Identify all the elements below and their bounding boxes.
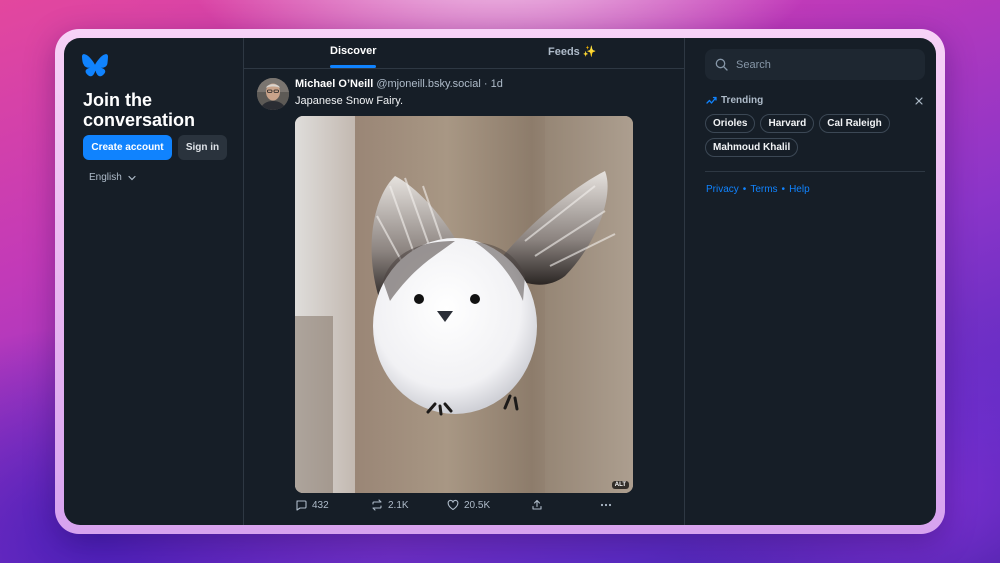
like-button[interactable]: 20.5K (447, 499, 490, 511)
more-dots-icon (600, 503, 612, 507)
main-feed: Discover Feeds ✨ Michael O’Neill @mjonei… (244, 38, 685, 525)
comment-icon (296, 500, 307, 511)
trending-topic-harvard[interactable]: Harvard (760, 114, 815, 133)
right-sidebar: Trending Orioles Harvard Cal Raleigh Mah… (685, 38, 936, 525)
app-window: Join the conversation Create account Sig… (64, 38, 936, 525)
reply-button[interactable]: 432 (295, 499, 329, 511)
heart-icon (447, 499, 459, 511)
trending-icon (706, 96, 717, 104)
post-author[interactable]: Michael O’Neill (295, 78, 373, 90)
repost-button[interactable]: 2.1K (371, 499, 409, 511)
language-label: English (89, 172, 122, 183)
tab-discover[interactable]: Discover (330, 45, 376, 57)
post-header: Michael O’Neill @mjoneill.bsky.social · … (295, 78, 503, 90)
trending-topic-orioles[interactable]: Orioles (705, 114, 756, 133)
terms-link[interactable]: Terms (750, 184, 777, 195)
search-input[interactable] (736, 58, 906, 71)
like-count: 20.5K (464, 499, 491, 511)
butterfly-logo-icon[interactable] (82, 54, 108, 78)
more-options-button[interactable] (600, 499, 612, 511)
reply-count: 432 (312, 499, 329, 511)
trending-title: Trending (721, 95, 764, 106)
active-tab-indicator (330, 65, 376, 68)
footer-links: Privacy • Terms • Help (706, 184, 810, 195)
trending-topics: Orioles Harvard Cal Raleigh Mahmoud Khal… (705, 114, 905, 157)
search-box[interactable] (705, 49, 925, 80)
link-separator: • (742, 184, 747, 195)
post-handle[interactable]: @mjoneill.bsky.social (376, 78, 481, 90)
search-icon (715, 58, 728, 71)
share-icon (532, 499, 542, 510)
close-icon[interactable] (913, 95, 925, 107)
share-button[interactable] (531, 499, 543, 511)
avatar-photo-icon (257, 78, 289, 110)
divider (705, 171, 925, 172)
device-frame: Join the conversation Create account Sig… (55, 29, 945, 534)
help-link[interactable]: Help (789, 184, 810, 195)
tab-feeds[interactable]: Feeds ✨ (548, 45, 597, 58)
sign-in-button[interactable]: Sign in (178, 135, 227, 160)
privacy-link[interactable]: Privacy (706, 184, 739, 195)
left-sidebar: Join the conversation Create account Sig… (64, 38, 244, 525)
create-account-button[interactable]: Create account (83, 135, 172, 160)
chevron-down-icon (128, 175, 136, 180)
trending-header: Trending (706, 95, 763, 106)
repost-icon (372, 499, 382, 511)
post-time: · 1d (483, 78, 503, 90)
post-image[interactable]: ALT (295, 116, 633, 493)
trending-topic-mahmoud-khalil[interactable]: Mahmoud Khalil (705, 138, 799, 157)
post-text: Japanese Snow Fairy. (295, 95, 404, 107)
snow-bird-image-icon (295, 116, 633, 493)
avatar[interactable] (257, 78, 289, 110)
feed-tabs: Discover Feeds ✨ (244, 38, 684, 69)
language-selector[interactable]: English (89, 172, 136, 183)
trending-topic-cal-raleigh[interactable]: Cal Raleigh (819, 114, 890, 133)
repost-count: 2.1K (388, 499, 409, 511)
post-actions: 432 2.1K 20.5K (295, 499, 625, 515)
link-separator: • (781, 184, 786, 195)
join-headline: Join the conversation (83, 90, 196, 130)
alt-text-badge[interactable]: ALT (611, 481, 629, 489)
